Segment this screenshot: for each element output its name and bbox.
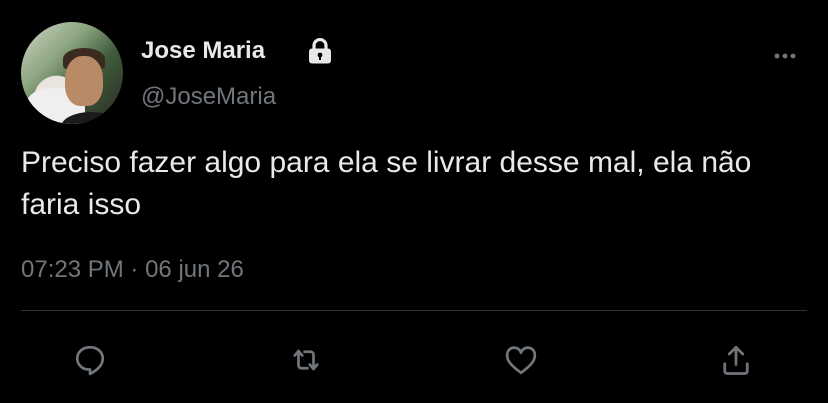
tweet-card: Jose Maria @JoseMaria Preciso fazer algo…: [0, 0, 828, 403]
meta-separator: ·: [130, 256, 139, 283]
heart-icon: [505, 346, 537, 375]
tweet-timestamp[interactable]: 07:23 PM · 06 jun 26: [21, 255, 244, 285]
like-button[interactable]: [501, 340, 541, 380]
author-name[interactable]: Jose Maria: [141, 36, 265, 66]
divider: [21, 310, 807, 311]
share-button[interactable]: [716, 340, 756, 380]
retweet-icon: [293, 349, 319, 371]
more-horizontal-icon[interactable]: [772, 44, 798, 68]
retweet-button[interactable]: [286, 340, 326, 380]
share-icon: [723, 345, 749, 375]
lock-icon: [309, 38, 331, 64]
tweet-text: Preciso fazer algo para ela se livrar de…: [21, 146, 752, 221]
avatar-face: [65, 56, 103, 106]
tweet-date: 06 jun 26: [145, 256, 244, 283]
avatar[interactable]: [21, 22, 123, 124]
tweet-time: 07:23 PM: [21, 256, 124, 283]
author-handle[interactable]: @JoseMaria: [141, 82, 276, 112]
reply-button[interactable]: [70, 340, 110, 380]
reply-icon: [75, 345, 105, 376]
